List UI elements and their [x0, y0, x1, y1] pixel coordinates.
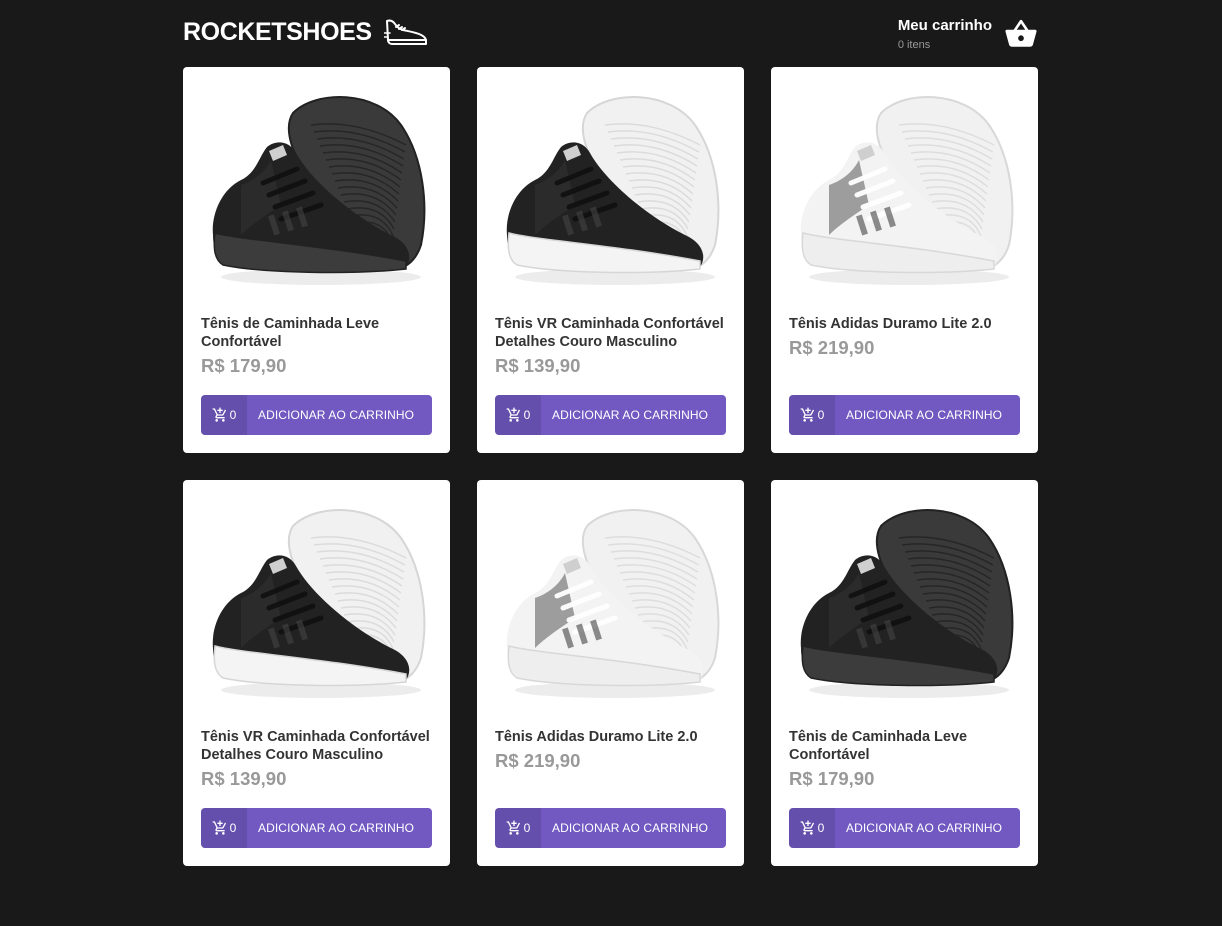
logo-text: ROCKETSHOES — [183, 17, 372, 46]
add-to-cart-label: ADICIONAR AO CARRINHO — [552, 821, 709, 835]
shopping-basket-icon — [1005, 19, 1037, 47]
cart-amount-value: 0 — [229, 821, 237, 835]
product-title: Tênis Adidas Duramo Lite 2.0 — [789, 316, 992, 332]
add-to-cart-label: ADICIONAR AO CARRINHO — [552, 408, 709, 422]
product-price: R$ 139,90 — [495, 355, 581, 376]
add-to-cart-button[interactable]: 0 ADICIONAR AO CARRINHO — [789, 395, 1020, 435]
product-image — [800, 509, 1014, 698]
cart-amount: 0 — [495, 395, 541, 435]
product-card-5: Tênis Adidas Duramo Lite 2.0 R$ 219,90 0… — [477, 480, 744, 866]
cart-amount-value: 0 — [817, 408, 825, 422]
product-price: R$ 219,90 — [789, 337, 875, 358]
product-title: Tênis de Caminhada Leve Confortável — [201, 316, 380, 350]
add-to-cart-label: ADICIONAR AO CARRINHO — [846, 408, 1003, 422]
add-shopping-cart-icon — [800, 407, 816, 423]
add-shopping-cart-icon — [506, 407, 522, 423]
product-image — [212, 96, 426, 285]
add-to-cart-button[interactable]: 0 ADICIONAR AO CARRINHO — [495, 395, 726, 435]
product-price: R$ 139,90 — [201, 768, 287, 789]
product-card-2: Tênis VR Caminhada Confortável Detalhes … — [477, 67, 744, 453]
cart-title: Meu carrinho — [897, 16, 992, 34]
cart-item-count: 0 itens — [897, 38, 931, 51]
product-title: Tênis de Caminhada Leve Confortável — [789, 729, 968, 763]
product-card-6: Tênis de Caminhada Leve Confortável R$ 1… — [771, 480, 1038, 866]
cart-amount-value: 0 — [229, 408, 237, 422]
product-image — [506, 509, 720, 698]
product-grid: Tênis de Caminhada Leve Confortável R$ 1… — [183, 67, 1038, 866]
cart-amount: 0 — [201, 395, 247, 435]
add-shopping-cart-icon — [506, 820, 522, 836]
product-price: R$ 179,90 — [201, 355, 287, 376]
add-to-cart-label: ADICIONAR AO CARRINHO — [258, 821, 415, 835]
cart-amount: 0 — [789, 808, 835, 848]
add-shopping-cart-icon — [800, 820, 816, 836]
header: ROCKETSHOES Meu carrinho 0 itens — [183, 0, 1038, 67]
add-to-cart-button[interactable]: 0 ADICIONAR AO CARRINHO — [789, 808, 1020, 848]
add-shopping-cart-icon — [212, 820, 228, 836]
product-image — [212, 509, 426, 698]
cart-amount: 0 — [789, 395, 835, 435]
running-shoe-icon — [383, 19, 427, 45]
product-price: R$ 219,90 — [495, 750, 581, 771]
cart-amount-value: 0 — [523, 821, 531, 835]
cart-summary: Meu carrinho 0 itens — [898, 17, 992, 52]
product-card-4: Tênis VR Caminhada Confortável Detalhes … — [183, 480, 450, 866]
product-card-3: Tênis Adidas Duramo Lite 2.0 R$ 219,90 0… — [771, 67, 1038, 453]
cart-amount-value: 0 — [817, 821, 825, 835]
add-to-cart-label: ADICIONAR AO CARRINHO — [258, 408, 415, 422]
add-to-cart-button[interactable]: 0 ADICIONAR AO CARRINHO — [495, 808, 726, 848]
cart-amount: 0 — [495, 808, 541, 848]
product-image — [506, 96, 720, 285]
logo-link[interactable]: ROCKETSHOES — [183, 14, 428, 50]
product-title: Tênis Adidas Duramo Lite 2.0 — [495, 729, 698, 745]
product-title: Tênis VR Caminhada Confortável Detalhes … — [495, 316, 724, 350]
add-to-cart-label: ADICIONAR AO CARRINHO — [846, 821, 1003, 835]
product-price: R$ 179,90 — [789, 768, 875, 789]
product-card-1: Tênis de Caminhada Leve Confortável R$ 1… — [183, 67, 450, 453]
add-to-cart-button[interactable]: 0 ADICIONAR AO CARRINHO — [201, 395, 432, 435]
cart-amount: 0 — [201, 808, 247, 848]
add-shopping-cart-icon — [212, 407, 228, 423]
product-title: Tênis VR Caminhada Confortável Detalhes … — [201, 729, 430, 763]
product-image — [800, 96, 1014, 285]
cart-amount-value: 0 — [523, 408, 531, 422]
add-to-cart-button[interactable]: 0 ADICIONAR AO CARRINHO — [201, 808, 432, 848]
cart-link[interactable]: Meu carrinho 0 itens — [898, 14, 1038, 54]
